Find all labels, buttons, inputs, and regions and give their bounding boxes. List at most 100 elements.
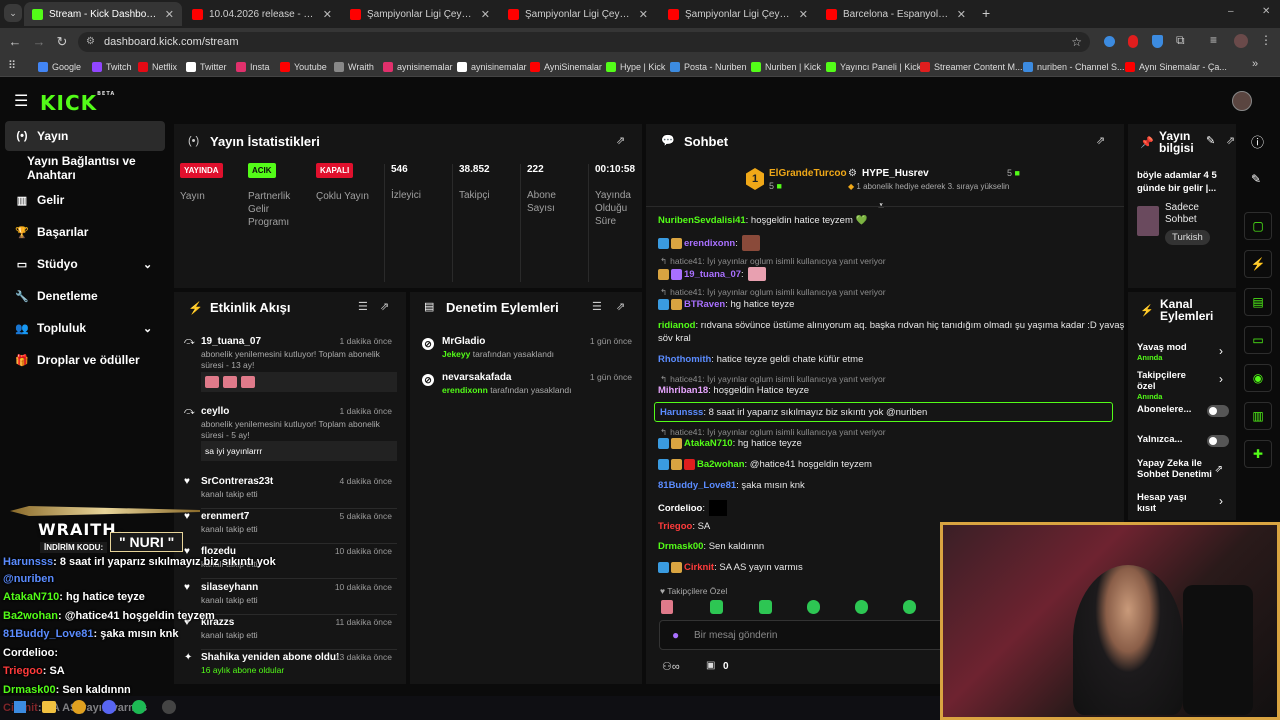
shield-extension-icon[interactable] bbox=[1152, 35, 1163, 48]
event-username[interactable]: erenmert7 bbox=[201, 511, 249, 522]
bookmark-1[interactable]: Google bbox=[38, 59, 81, 74]
emote-icon[interactable] bbox=[903, 600, 916, 614]
kick-logo[interactable]: KICKBETA bbox=[40, 91, 115, 115]
moderator-name[interactable]: Jekeyy bbox=[442, 349, 470, 359]
forward-icon[interactable]: → bbox=[30, 33, 48, 51]
more-bookmarks-icon[interactable]: » bbox=[1252, 58, 1258, 70]
tab-5[interactable]: Şampiyonlar Ligi Çeyrek Final |✕ bbox=[660, 2, 816, 26]
bookmark-12[interactable]: Posta - Nuriben bbox=[670, 59, 747, 74]
second-gifter-name[interactable]: HYPE_Husrev bbox=[862, 168, 929, 179]
back-icon[interactable]: ← bbox=[6, 33, 24, 51]
sidebar-item-2[interactable]: Yayın Bağlantısı ve Anahtarı bbox=[5, 153, 175, 183]
tab-4[interactable]: Şampiyonlar Ligi Çeyrek Final |✕ bbox=[500, 2, 656, 26]
chat-username[interactable]: Ba2wohan bbox=[697, 459, 745, 470]
chat-username[interactable]: erendixonn bbox=[684, 238, 735, 249]
popout-icon[interactable]: ⇗ bbox=[616, 134, 625, 147]
apps-grid-icon[interactable]: ⠿ bbox=[8, 59, 16, 72]
chat-username[interactable]: Drmask00 bbox=[658, 541, 703, 552]
bookmark-3[interactable]: Netflix bbox=[138, 59, 177, 74]
chat-username[interactable]: 81Buddy_Love81 bbox=[658, 480, 736, 491]
sidebar-item-8[interactable]: 🎁 Droplar ve ödüller bbox=[5, 345, 165, 375]
chat-icon[interactable]: ▭ bbox=[1244, 326, 1272, 354]
bookmark-13[interactable]: Nuriben | Kick bbox=[751, 59, 821, 74]
site-info-icon[interactable]: ⚙ bbox=[86, 32, 95, 52]
chat-username[interactable]: ridianod bbox=[658, 320, 695, 331]
infinity-icon[interactable]: ⚇∞ bbox=[662, 660, 680, 673]
chat-username[interactable]: AtakaN710 bbox=[684, 438, 733, 449]
wrench-icon[interactable]: ✚ bbox=[1244, 440, 1272, 468]
bookmark-17[interactable]: Aynı Sinemalar - Ça... bbox=[1125, 59, 1227, 74]
bookmark-4[interactable]: Twitter bbox=[186, 59, 227, 74]
chevron-down-icon[interactable]: ⌄ bbox=[143, 322, 152, 335]
top-gifter-name[interactable]: ElGrandeTurcoo bbox=[769, 168, 847, 179]
bookmark-star-icon[interactable]: ☆ bbox=[1071, 32, 1082, 52]
toggle-switch[interactable] bbox=[1207, 405, 1229, 417]
start-icon[interactable] bbox=[14, 701, 26, 713]
bookmark-5[interactable]: Insta bbox=[236, 59, 270, 74]
close-tab-icon[interactable]: ✕ bbox=[793, 8, 808, 21]
notes-icon[interactable]: ▤ bbox=[1244, 288, 1272, 316]
close-window-icon[interactable]: ✕ bbox=[1262, 6, 1270, 17]
banned-username[interactable]: nevarsakafada bbox=[442, 372, 512, 383]
toggle-switch[interactable] bbox=[1207, 435, 1229, 447]
popout-icon[interactable]: ⇗ bbox=[1096, 134, 1105, 147]
language-tag[interactable]: Turkish bbox=[1165, 230, 1210, 245]
tab-2[interactable]: 10.04.2026 release - YouTube✕ bbox=[184, 2, 340, 26]
tab-3[interactable]: Şampiyonlar Ligi Çeyrek Final |✕ bbox=[342, 2, 498, 26]
tab-search-icon[interactable]: ⌄ bbox=[4, 4, 22, 22]
chevron-down-icon[interactable]: ⌄ bbox=[143, 258, 152, 271]
sidebar-item-4[interactable]: 🏆 Başarılar bbox=[5, 217, 165, 247]
chat-username[interactable]: Harunsss bbox=[660, 407, 703, 418]
tab-1[interactable]: Stream - Kick Dashboard ✕ bbox=[24, 2, 182, 26]
chat-username[interactable]: BTRaven bbox=[684, 299, 725, 310]
close-tab-icon[interactable]: ✕ bbox=[633, 8, 648, 21]
channel-action-5[interactable]: Yapay Zeka ile Sohbet Denetimi ⇗ bbox=[1137, 458, 1229, 486]
emote-icon[interactable] bbox=[759, 600, 772, 614]
browser-menu-icon[interactable]: ⋮ bbox=[1260, 33, 1272, 47]
url-input[interactable]: ⚙ dashboard.kick.com/stream ☆ bbox=[78, 32, 1090, 52]
category-name[interactable]: Sadece Sohbet bbox=[1165, 202, 1225, 226]
chevron-right-icon[interactable]: › bbox=[1219, 344, 1223, 358]
chat-username[interactable]: Cordelioo bbox=[658, 503, 702, 514]
channel-action-1[interactable]: Yavaş mod Anında › bbox=[1137, 342, 1229, 370]
filter-icon[interactable]: ☰ bbox=[358, 300, 368, 313]
popout-icon[interactable]: ⇗ bbox=[380, 300, 389, 313]
channel-action-6[interactable]: Hesap yaşı kısıt › bbox=[1137, 492, 1229, 520]
chevron-right-icon[interactable]: › bbox=[1219, 372, 1223, 386]
chevron-right-icon[interactable]: › bbox=[1219, 494, 1223, 508]
edit-icon[interactable]: ✎ bbox=[1251, 172, 1261, 186]
broadcast-icon[interactable]: ◉ bbox=[1244, 364, 1272, 392]
bookmark-15[interactable]: Streamer Content M... bbox=[920, 59, 1023, 74]
bookmark-6[interactable]: Youtube bbox=[280, 59, 327, 74]
banned-username[interactable]: MrGladio bbox=[442, 336, 485, 347]
info-icon[interactable]: ⓘ bbox=[1251, 132, 1264, 151]
mic-icon[interactable]: ● bbox=[672, 628, 679, 642]
discord-icon[interactable] bbox=[102, 700, 116, 714]
event-username[interactable]: 19_tuana_07 bbox=[201, 336, 261, 347]
hamburger-menu-icon[interactable]: ☰ bbox=[14, 91, 28, 111]
sidebar-item-5[interactable]: ▭ Stüdyo ⌄ bbox=[5, 249, 165, 279]
chat-username[interactable]: Triegoo bbox=[658, 521, 692, 532]
spotify-icon[interactable] bbox=[132, 700, 146, 714]
bookmark-10[interactable]: AyniSinemalar bbox=[530, 59, 602, 74]
bookmark-9[interactable]: aynisinemalar bbox=[457, 59, 527, 74]
app-icon[interactable] bbox=[162, 700, 176, 714]
user-avatar[interactable] bbox=[1232, 91, 1252, 111]
capture-icon[interactable]: ▢ bbox=[1244, 212, 1272, 240]
close-tab-icon[interactable]: ✕ bbox=[951, 8, 966, 21]
chat-username[interactable]: 19_tuana_07 bbox=[684, 269, 741, 280]
new-tab-icon[interactable]: + bbox=[982, 5, 990, 21]
close-tab-icon[interactable]: ✕ bbox=[159, 8, 174, 21]
bookmark-14[interactable]: Yayıncı Paneli | Kick bbox=[826, 59, 921, 74]
extension-icon[interactable] bbox=[1128, 35, 1138, 48]
event-username[interactable]: silaseyhann bbox=[201, 582, 258, 593]
minimize-icon[interactable]: – bbox=[1228, 6, 1234, 17]
category-thumbnail[interactable] bbox=[1137, 206, 1159, 236]
bookmark-8[interactable]: aynisinemalar bbox=[383, 59, 453, 74]
edit-pencil-icon[interactable]: ✎ bbox=[1206, 134, 1215, 147]
emote-icon[interactable] bbox=[807, 600, 820, 614]
emote-icon[interactable] bbox=[855, 600, 868, 614]
emote-icon[interactable] bbox=[661, 600, 673, 614]
lightning-icon[interactable]: ⚡ bbox=[1244, 250, 1272, 278]
popout-icon[interactable]: ⇗ bbox=[616, 300, 625, 313]
